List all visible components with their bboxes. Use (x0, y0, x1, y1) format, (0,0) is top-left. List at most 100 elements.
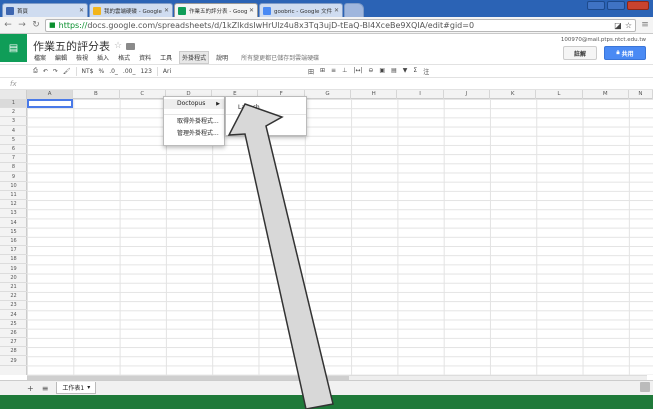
row-header[interactable]: 11 (0, 191, 27, 200)
row-header[interactable]: 5 (0, 136, 27, 145)
menu-help[interactable]: 說明 (214, 52, 230, 63)
row-header[interactable]: 27 (0, 338, 27, 348)
close-tab-icon[interactable]: ✕ (249, 7, 254, 14)
borders-icon[interactable]: 田 (308, 67, 314, 76)
filter-icon[interactable]: ▼ (403, 67, 408, 76)
menu-edit[interactable]: 編輯 (53, 52, 69, 63)
menu-icon[interactable]: ≡ (640, 20, 650, 30)
bookmark-star-icon[interactable]: ☆ (625, 21, 632, 30)
all-sheets-icon[interactable]: ≡ (42, 384, 49, 393)
column-header[interactable]: C (120, 90, 166, 99)
column-header[interactable]: M (583, 90, 629, 99)
decrease-decimal-button[interactable]: .0_ (109, 68, 118, 75)
row-header[interactable]: 29 (0, 357, 27, 366)
row-header[interactable]: 26 (0, 329, 27, 338)
functions-icon[interactable]: Σ (413, 67, 417, 76)
row-header[interactable]: 13 (0, 209, 27, 219)
browser-tab-sheets[interactable]: 作業五的評分表 - Google 試算 ✕ (174, 3, 258, 17)
browser-tab-drive[interactable]: 我的雲端硬碟 - Google 雲端 ✕ (89, 3, 173, 17)
column-header[interactable]: K (490, 90, 537, 99)
menu-item-doctopus[interactable]: Doctopus ▶ (164, 99, 224, 109)
menu-insert[interactable]: 插入 (95, 52, 111, 63)
paint-format-icon[interactable]: 🖌︎ (63, 68, 71, 75)
menu-data[interactable]: 資料 (137, 52, 153, 63)
close-window-button[interactable] (627, 1, 649, 10)
row-header[interactable]: 10 (0, 182, 27, 191)
menu-item-help[interactable]: 說明 (226, 121, 306, 131)
row-header[interactable]: 2 (0, 108, 27, 118)
select-all-corner[interactable] (0, 90, 27, 99)
insert-comment-icon[interactable]: ▣ (379, 67, 385, 76)
reload-icon[interactable]: ↻ (31, 20, 41, 30)
row-header[interactable]: 4 (0, 127, 27, 136)
row-header[interactable]: 25 (0, 320, 27, 329)
sheets-home-icon[interactable]: ▤ (0, 34, 27, 62)
column-header[interactable]: N (629, 90, 653, 99)
add-sheet-icon[interactable]: + (27, 384, 34, 393)
align-horizontal-icon[interactable]: ≡ (331, 67, 336, 76)
row-header[interactable]: 3 (0, 117, 27, 127)
row-header[interactable]: 17 (0, 246, 27, 256)
row-header[interactable]: 9 (0, 173, 27, 182)
row-header[interactable]: 16 (0, 237, 27, 246)
column-header[interactable]: J (444, 90, 490, 99)
percent-format-button[interactable]: % (98, 68, 104, 75)
browser-tab-home[interactable]: 首頁 ✕ (2, 3, 88, 17)
browser-tab-docs[interactable]: goobric - Google 文件 ✕ (259, 3, 343, 17)
row-header[interactable]: 20 (0, 274, 27, 283)
row-header[interactable]: 23 (0, 301, 27, 311)
chevron-down-icon[interactable]: ▾ (87, 384, 90, 391)
menu-addons[interactable]: 外掛程式 (179, 51, 210, 64)
currency-format-button[interactable]: NT$ (82, 68, 94, 75)
cell-grid[interactable] (27, 99, 653, 375)
row-header[interactable]: 12 (0, 200, 27, 210)
comments-button[interactable]: 註解 (563, 46, 597, 60)
undo-icon[interactable]: ↶ (43, 68, 48, 75)
close-tab-icon[interactable]: ✕ (79, 7, 84, 14)
row-header[interactable]: 21 (0, 283, 27, 292)
increase-decimal-button[interactable]: .00_ (123, 68, 136, 75)
star-icon[interactable]: ☆ (114, 41, 122, 51)
formula-bar[interactable]: fx (0, 78, 653, 90)
menu-format[interactable]: 格式 (116, 52, 132, 63)
close-tab-icon[interactable]: ✕ (164, 7, 169, 14)
row-header[interactable]: 7 (0, 154, 27, 164)
new-tab-button[interactable] (344, 3, 364, 17)
url-input[interactable]: ■ https:// docs.google.com/spreadsheets/… (45, 18, 636, 32)
translate-icon[interactable]: ◪ (614, 21, 622, 30)
column-header[interactable]: L (536, 90, 583, 99)
row-header[interactable]: 8 (0, 163, 27, 173)
insert-chart-icon[interactable]: ▤ (391, 67, 397, 76)
close-tab-icon[interactable]: ✕ (334, 7, 339, 14)
row-header[interactable]: 6 (0, 145, 27, 154)
number-format-dropdown[interactable]: 123 (140, 68, 151, 75)
column-header[interactable]: H (351, 90, 398, 99)
sheet-tab-1[interactable]: 工作表1 ▾ (56, 382, 97, 394)
column-header[interactable]: G (305, 90, 352, 99)
forward-arrow-icon[interactable]: → (17, 20, 27, 30)
print-icon[interactable]: ⎙ (33, 67, 38, 75)
row-header[interactable]: 14 (0, 219, 27, 228)
row-header[interactable]: 28 (0, 347, 27, 357)
account-email[interactable]: 100970@mail.ptps.ntct.edu.tw (561, 37, 646, 43)
redo-icon[interactable]: ↷ (53, 68, 58, 75)
menu-item-manage-addons[interactable]: 管理外掛程式... (164, 129, 224, 139)
explore-icon[interactable] (640, 382, 650, 392)
menu-view[interactable]: 檢視 (74, 52, 90, 63)
row-header[interactable]: 22 (0, 292, 27, 302)
menu-file[interactable]: 檔案 (32, 52, 48, 63)
insert-link-icon[interactable]: ⊖ (368, 67, 373, 76)
column-header[interactable]: B (73, 90, 120, 99)
row-header[interactable]: 18 (0, 255, 27, 265)
back-arrow-icon[interactable]: ← (3, 20, 13, 30)
row-header[interactable]: 15 (0, 228, 27, 237)
align-vertical-icon[interactable]: ⊥ (342, 67, 347, 76)
maximize-button[interactable] (607, 1, 625, 10)
minimize-button[interactable] (587, 1, 605, 10)
row-header[interactable]: 24 (0, 311, 27, 320)
column-header[interactable]: A (27, 90, 74, 99)
input-tools-button[interactable]: 注 (423, 67, 429, 76)
merge-icon[interactable]: ⊞ (320, 67, 325, 76)
menu-item-get-addons[interactable]: 取得外掛程式... (164, 117, 224, 127)
font-dropdown[interactable]: Ari (163, 68, 171, 75)
